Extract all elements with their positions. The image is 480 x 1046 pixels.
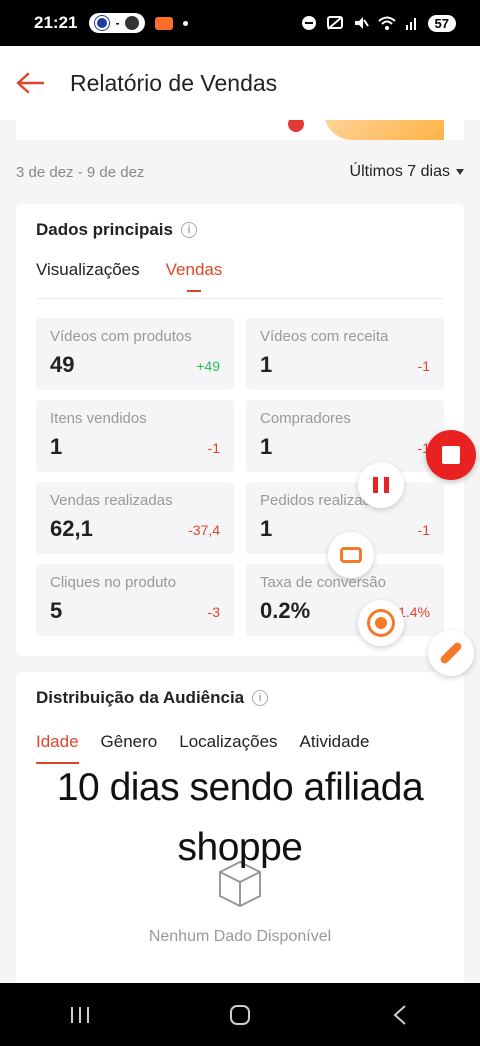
tab-atividade[interactable]: Atividade: [300, 732, 370, 764]
metric-label: Vendas realizadas: [50, 492, 173, 509]
date-range-row: 3 de dez - 9 de dez Últimos 7 dias: [16, 158, 464, 186]
metric-card[interactable]: Compradores 1 -1: [246, 400, 444, 472]
divider: [36, 298, 444, 299]
video-record-icon: [155, 16, 174, 30]
dot-icon: [183, 20, 189, 26]
app-bar: Relatório de Vendas: [0, 46, 480, 120]
page-title: Relatório de Vendas: [70, 69, 278, 96]
audience-tabs: Idade Gênero Localizações Atividade: [36, 732, 369, 764]
tab-localizacoes[interactable]: Localizações: [179, 732, 277, 764]
metric-delta: -1: [417, 358, 430, 374]
cast-icon: [326, 16, 343, 30]
metric-card[interactable]: Itens vendidos 1 -1: [36, 400, 234, 472]
pill-dash: -: [115, 16, 120, 30]
tab-genero[interactable]: Gênero: [101, 732, 158, 764]
camera-icon: [340, 547, 362, 563]
metric-card[interactable]: Vídeos com receita 1 -1: [246, 318, 444, 390]
metric-label: Vídeos com produtos: [50, 328, 192, 345]
video-caption-line1: 10 dias sendo afiliada: [56, 766, 424, 809]
audience-header: Distribuição da Audiência i: [36, 688, 269, 708]
battery-icon: 57: [427, 14, 456, 32]
period-select-label: Últimos 7 dias: [349, 163, 450, 180]
minus-circle-icon: [301, 16, 316, 30]
tab-vendas[interactable]: Vendas: [166, 260, 223, 292]
caret-down-icon: [456, 169, 464, 175]
metric-value: 1: [50, 434, 63, 459]
brush-icon: [438, 640, 464, 666]
metric-delta: +49: [196, 358, 220, 374]
home-button[interactable]: [210, 995, 270, 1035]
metric-value: 62,1: [50, 516, 93, 541]
wifi-icon: [377, 16, 396, 30]
audience-title: Distribuição da Audiência: [36, 688, 245, 707]
tab-visualizacoes[interactable]: Visualizações: [36, 260, 140, 292]
metric-value: 49: [50, 352, 75, 377]
metric-label: Vídeos com receita: [260, 328, 389, 345]
key-data-title: Dados principais: [36, 220, 173, 239]
metric-delta: -37,4: [188, 522, 220, 538]
metric-label: Itens vendidos: [50, 410, 147, 427]
empty-state-text: Nenhum Dado Disponível: [148, 928, 332, 945]
metric-label: Compradores: [260, 410, 351, 427]
draw-button[interactable]: [428, 630, 474, 676]
team-badge-icon: [95, 16, 110, 30]
recent-apps-button[interactable]: [50, 995, 110, 1035]
period-select[interactable]: Últimos 7 dias: [350, 163, 464, 181]
info-icon[interactable]: i: [180, 222, 197, 238]
screenshot-button[interactable]: [328, 532, 374, 578]
team-badge-icon: [125, 16, 140, 30]
back-button[interactable]: [370, 995, 430, 1035]
metric-value: 5: [50, 598, 63, 623]
metric-card[interactable]: Vendas realizadas 62,1 -37,4: [36, 482, 234, 554]
system-nav-bar: [0, 983, 480, 1046]
stop-recording-button[interactable]: [426, 430, 476, 480]
webcam-icon: [370, 612, 392, 634]
key-data-card: Dados principais i Visualizações Vendas …: [16, 204, 464, 656]
metric-label: Cliques no produto: [50, 574, 176, 591]
video-caption-line2: shoppe: [177, 826, 303, 869]
metric-value: 0.2%: [260, 598, 311, 623]
status-right-icons: 57: [301, 14, 456, 32]
metric-delta: -1: [207, 440, 220, 456]
stop-icon: [442, 446, 460, 464]
notification-pill: -: [89, 13, 146, 33]
pause-recording-button[interactable]: [358, 462, 404, 508]
metric-card[interactable]: Cliques no produto 5 -3: [36, 564, 234, 636]
key-data-header: Dados principais i: [36, 220, 197, 240]
status-left-icons: -: [89, 13, 189, 33]
recents-icon: [71, 1006, 89, 1023]
metric-delta: -1: [417, 522, 430, 538]
mute-icon: [354, 17, 369, 29]
metric-value: 1: [260, 434, 273, 459]
home-icon: [230, 1004, 250, 1025]
metric-value: 1: [260, 516, 273, 541]
status-time: 21:21: [34, 13, 78, 32]
webcam-button[interactable]: [358, 600, 404, 646]
arrow-left-icon[interactable]: [16, 72, 44, 94]
info-icon[interactable]: i: [252, 690, 269, 706]
key-data-tabs: Visualizações Vendas: [36, 260, 222, 292]
pause-icon: [373, 477, 389, 493]
signal-icon: [405, 18, 416, 30]
metric-value: 1: [260, 352, 273, 377]
metric-delta: -3: [207, 604, 220, 620]
status-bar: 21:21 - 57: [0, 0, 480, 46]
metric-card[interactable]: Vídeos com produtos 49 +49: [36, 318, 234, 390]
date-range-label: 3 de dez - 9 de dez: [16, 163, 145, 181]
metric-label: Pedidos realizados: [260, 492, 387, 509]
chevron-left-icon: [393, 1004, 406, 1025]
tab-idade[interactable]: Idade: [36, 732, 79, 764]
